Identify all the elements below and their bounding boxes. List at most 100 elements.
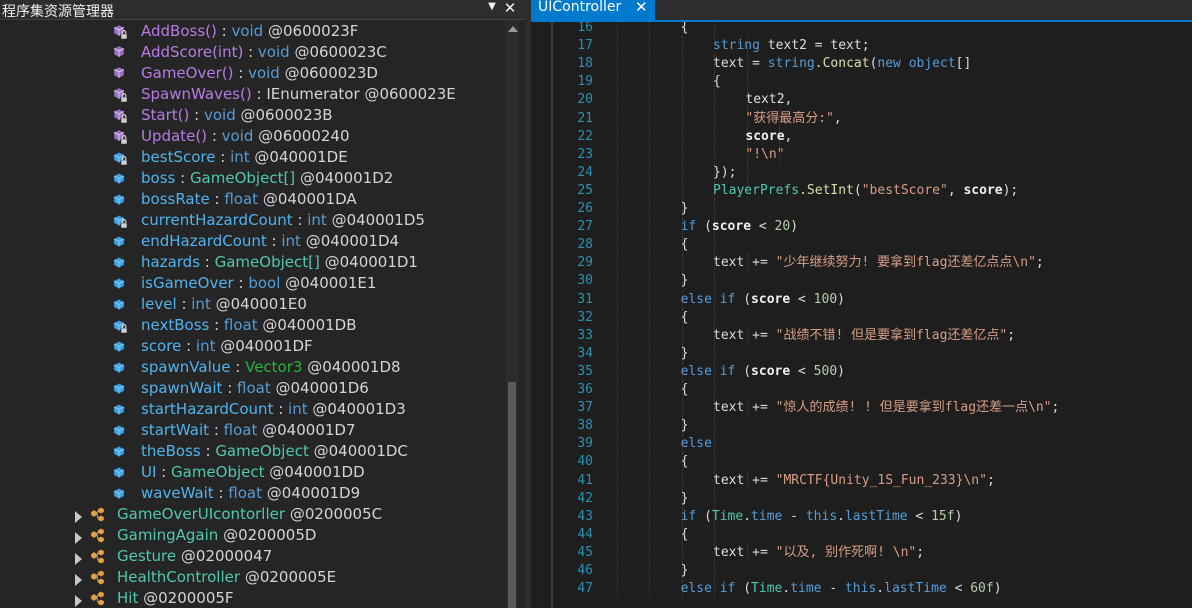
indent-guide <box>681 399 683 418</box>
keyword: new <box>877 56 901 72</box>
tree-field-spawnWait[interactable]: spawnWait : float @040001D6 <box>0 378 504 399</box>
metadata-token: @0600023F <box>267 22 359 40</box>
tree-field-startHazardCount[interactable]: startHazardCount : int @040001D3 <box>0 399 504 420</box>
tree-item-label: HealthController @0200005E <box>117 567 336 588</box>
tree-item-label: spawnWait : float @040001D6 <box>141 378 369 399</box>
code-line: 41 text += "MRCTF{Unity_1S_Fun_233}\n"; <box>531 471 1192 490</box>
code-content: { <box>681 526 689 544</box>
tree-class-HealthController[interactable]: HealthController @0200005E <box>0 567 504 588</box>
tree-class-GamingAgain[interactable]: GamingAgain @0200005D <box>0 525 504 546</box>
tab-uicontroller[interactable]: UIController ✕ <box>531 0 655 20</box>
tree-method-GameOver[interactable]: GameOver() : void @0600023D <box>0 63 504 84</box>
expand-arrow-icon[interactable] <box>75 511 82 523</box>
expand-arrow-icon[interactable] <box>75 532 82 544</box>
tree-field-waveWait[interactable]: waveWait : float @040001D9 <box>0 483 504 504</box>
tree-method-AddScore[interactable]: AddScore(int) : void @0600023C <box>0 42 504 63</box>
class-icon <box>90 549 106 565</box>
tree-method-SpawnWaves[interactable]: SpawnWaves() : IEnumerator @0600023E <box>0 84 504 105</box>
member-params: () <box>195 127 208 145</box>
code-line: 40 { <box>531 453 1192 472</box>
indent-guide <box>617 489 618 508</box>
assembly-tree: AddBoss() : void @0600023F AddScore(int) … <box>0 20 504 608</box>
metadata-token: @040001D4 <box>305 232 400 250</box>
tree-field-UI[interactable]: UI : GameObject @040001DD <box>0 462 504 483</box>
indent-guide <box>649 109 651 128</box>
tree-field-endHazardCount[interactable]: endHazardCount : int @040001D4 <box>0 231 504 252</box>
code-content: PlayerPrefs.SetInt("bestScore", score); <box>713 182 1018 200</box>
member-type: void <box>248 64 280 82</box>
tree-field-currentHazardCount[interactable]: currentHazardCount : int @040001D5 <box>0 210 504 231</box>
metadata-token: @040001D3 <box>312 400 406 418</box>
metadata-token: @0200005F <box>143 589 234 607</box>
member-type: void <box>257 43 290 61</box>
line-number: 32 <box>577 309 593 325</box>
tree-field-hazards[interactable]: hazards : GameObject[] @040001D1 <box>0 252 504 273</box>
method-icon <box>112 66 128 82</box>
tree-field-spawnValue[interactable]: spawnValue : Vector3 @040001D8 <box>0 357 504 378</box>
close-icon[interactable]: ✕ <box>502 0 518 17</box>
code-line: 29 text += "少年继续努力! 要拿到flag还差亿点点\n"; <box>531 254 1192 273</box>
code-line: 24}); <box>531 163 1192 182</box>
indent-guide <box>649 362 651 381</box>
scrollbar-thumb[interactable] <box>508 382 516 608</box>
indent-guide <box>649 22 651 37</box>
vertical-scrollbar[interactable] <box>505 20 519 608</box>
tree-field-bestScore[interactable]: bestScore : int @040001DE <box>0 147 504 168</box>
code-text: text2 = text; <box>759 38 870 54</box>
code-line: 34} <box>531 344 1192 363</box>
metadata-token: @0600023D <box>284 64 378 82</box>
indent-guide <box>617 399 618 418</box>
member-type: GameObject[] <box>214 253 320 271</box>
tree-class-Gesture[interactable]: Gesture @02000047 <box>0 546 504 567</box>
tree-field-bossRate[interactable]: bossRate : float @040001DA <box>0 189 504 210</box>
dropdown-icon[interactable]: ▼ <box>484 0 500 16</box>
member-name: level <box>141 295 177 313</box>
member-name: SpawnWaves <box>141 85 240 103</box>
method-name: Concat <box>822 56 870 72</box>
tree-field-score[interactable]: score : int @040001DF <box>0 336 504 357</box>
tree-field-theBoss[interactable]: theBoss : GameObject @040001DC <box>0 441 504 462</box>
tree-field-nextBoss[interactable]: nextBoss : float @040001DB <box>0 315 504 336</box>
code-content: } <box>681 200 689 218</box>
member-type: void <box>231 22 264 40</box>
indent-guide <box>714 22 716 37</box>
panel-header: 程序集资源管理器 ▼ ✕ <box>0 0 525 20</box>
tree-field-level[interactable]: level : int @040001E0 <box>0 294 504 315</box>
tree-class-GameOverUIcontorller[interactable]: GameOverUIcontorller @0200005C <box>0 504 504 525</box>
tree-item-label: waveWait : float @040001D9 <box>141 483 360 504</box>
code-text: { <box>680 454 689 470</box>
code-line: 26} <box>531 200 1192 218</box>
metadata-token: @0200005D <box>223 526 317 544</box>
tree-class-Hit[interactable]: Hit @0200005F <box>0 588 504 608</box>
expand-arrow-icon[interactable] <box>75 553 82 565</box>
tree-item-label: startWait : float @040001D7 <box>141 420 356 441</box>
tree-method-Update[interactable]: Update() : void @06000240 <box>0 126 504 147</box>
expand-arrow-icon[interactable] <box>75 595 82 607</box>
line-number: 35 <box>577 363 593 379</box>
tree-field-boss[interactable]: boss : GameObject[] @040001D2 <box>0 168 504 189</box>
code-text: ; <box>916 544 925 560</box>
keyword: time <box>751 508 783 524</box>
tree-field-isGameOver[interactable]: isGameOver : bool @040001E1 <box>0 273 504 294</box>
tree-item-label: Start() : void @0600023B <box>141 105 333 126</box>
code-text: . <box>782 581 791 597</box>
code-text: } <box>680 201 689 216</box>
metadata-token: @0600023E <box>364 85 456 103</box>
type-separator: : <box>216 22 232 40</box>
indent-guide <box>649 471 651 490</box>
indent-guide <box>649 236 651 255</box>
keyword: else <box>680 436 712 452</box>
tree-field-startWait[interactable]: startWait : float @040001D7 <box>0 420 504 441</box>
tab-close-icon[interactable]: ✕ <box>635 0 648 16</box>
code-editor[interactable]: 16 {17 string text2 = text; 18 text = string… <box>531 22 1192 608</box>
string-literal: "战绩不错! 但是要拿到flag还差亿点" <box>775 327 1008 343</box>
method-icon <box>112 45 128 61</box>
tree-method-Start[interactable]: Start() : void @0600023B <box>0 105 504 126</box>
tree-method-AddBoss[interactable]: AddBoss() : void @0600023F <box>0 21 504 42</box>
code-content: } <box>681 272 689 290</box>
member-name: AddBoss <box>141 22 206 40</box>
scroll-up-arrow-icon[interactable] <box>508 26 518 32</box>
expand-arrow-icon[interactable] <box>75 574 82 586</box>
code-content: text = string.Concat(new object[] <box>713 55 971 73</box>
indent-guide <box>617 55 618 74</box>
